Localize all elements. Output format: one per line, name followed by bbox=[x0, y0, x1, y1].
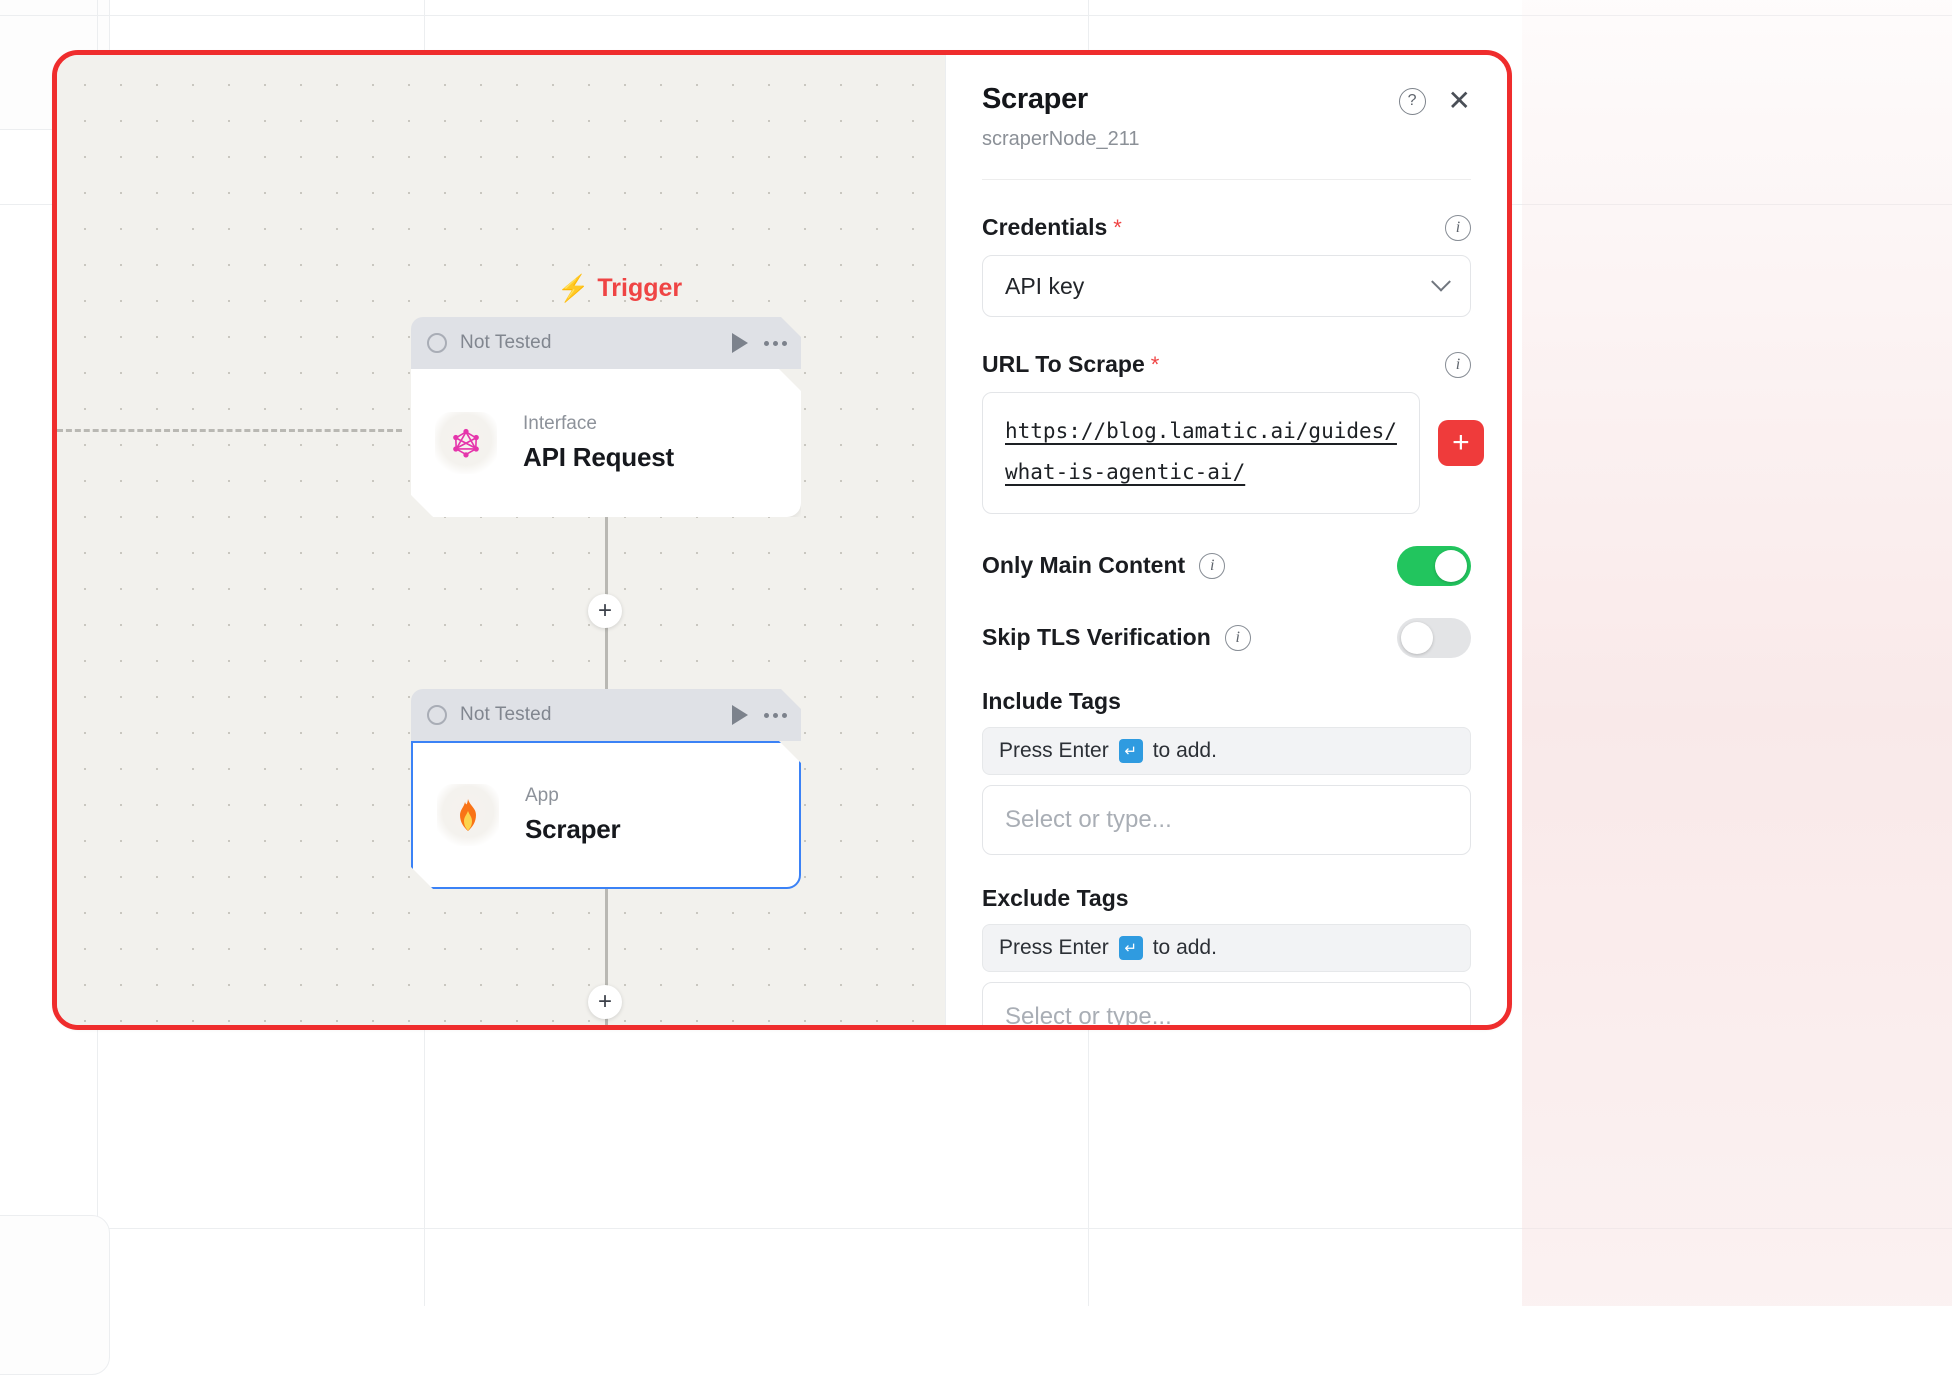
workflow-canvas[interactable]: ⚡ Trigger Not Tested bbox=[57, 55, 945, 1025]
credentials-value: API key bbox=[1005, 273, 1084, 300]
node-body[interactable]: App Scraper bbox=[411, 741, 801, 889]
include-tags-input[interactable]: Select or type... bbox=[982, 785, 1471, 855]
graphql-icon bbox=[435, 412, 497, 474]
plus-icon: + bbox=[598, 599, 612, 623]
url-value-line2-wrap: what-is-agentic-ai/ bbox=[1005, 452, 1397, 493]
bg-red-tint bbox=[1522, 0, 1952, 1306]
required-marker: * bbox=[1151, 352, 1160, 378]
status-indicator-icon bbox=[427, 333, 447, 353]
chevron-down-icon bbox=[1431, 272, 1451, 292]
info-icon[interactable]: i bbox=[1199, 553, 1225, 579]
question-mark-circle-icon[interactable]: ? bbox=[1399, 88, 1426, 115]
bg-card-bottom-left bbox=[0, 1215, 110, 1375]
enter-key-icon: ↵ bbox=[1119, 739, 1143, 763]
exclude-hint-prefix: Press Enter bbox=[999, 936, 1109, 960]
trigger-dashed-connector bbox=[57, 429, 402, 432]
toggle-knob bbox=[1435, 550, 1467, 582]
info-icon[interactable]: i bbox=[1445, 352, 1471, 378]
required-marker: * bbox=[1113, 215, 1122, 241]
panel-header-actions[interactable]: ? ✕ bbox=[1399, 83, 1471, 115]
add-node-button-1[interactable]: + bbox=[588, 594, 622, 628]
include-tags-label: Include Tags bbox=[982, 688, 1471, 715]
plus-icon: + bbox=[1452, 428, 1470, 458]
info-icon[interactable]: i bbox=[1225, 625, 1251, 651]
panel-title: Scraper bbox=[982, 83, 1140, 116]
exclude-tags-input[interactable]: Select or type... bbox=[982, 982, 1471, 1025]
skip-tls-verification-toggle[interactable] bbox=[1397, 618, 1471, 658]
include-hint-suffix: to add. bbox=[1153, 739, 1217, 763]
info-icon[interactable]: i bbox=[1445, 215, 1471, 241]
include-tags-hint: Press Enter ↵ to add. bbox=[982, 727, 1471, 775]
skip-tls-verification-label: Skip TLS Verification bbox=[982, 624, 1211, 651]
flow-node-scraper[interactable]: Not Tested App Scraper bbox=[411, 689, 801, 889]
node-header[interactable]: Not Tested bbox=[411, 689, 801, 741]
add-node-button-2[interactable]: + bbox=[588, 985, 622, 1019]
toggle-knob bbox=[1401, 622, 1433, 654]
only-main-content-label: Only Main Content bbox=[982, 552, 1185, 579]
only-main-content-toggle[interactable] bbox=[1397, 546, 1471, 586]
lightning-bolt-icon: ⚡ bbox=[557, 273, 589, 304]
status-indicator-icon bbox=[427, 705, 447, 725]
node-inspector-panel: Scraper scraperNode_211 ? ✕ Credentials … bbox=[945, 55, 1507, 1025]
run-node-icon[interactable] bbox=[732, 333, 748, 353]
url-value-line1: https://blog.lamatic.ai/guides/ bbox=[1005, 419, 1397, 443]
url-value-line2: what-is-agentic-ai/ bbox=[1005, 460, 1245, 484]
include-hint-prefix: Press Enter bbox=[999, 739, 1109, 763]
add-url-button[interactable]: + bbox=[1438, 420, 1484, 466]
skip-tls-verification-row: Skip TLS Verification i bbox=[982, 618, 1471, 658]
exclude-tags-hint: Press Enter ↵ to add. bbox=[982, 924, 1471, 972]
exclude-hint-suffix: to add. bbox=[1153, 936, 1217, 960]
include-tags-placeholder: Select or type... bbox=[1005, 806, 1172, 834]
exclude-tags-label: Exclude Tags bbox=[982, 885, 1471, 912]
node-kind-label: App bbox=[525, 785, 620, 807]
credentials-label: Credentials bbox=[982, 214, 1107, 241]
node-status-label: Not Tested bbox=[460, 704, 551, 726]
node-title-label: API Request bbox=[523, 442, 674, 473]
only-main-content-row: Only Main Content i bbox=[982, 546, 1471, 586]
node-kind-label: Interface bbox=[523, 413, 674, 435]
graphql-glyph bbox=[449, 426, 483, 460]
url-input[interactable]: https://blog.lamatic.ai/guides/ what-is-… bbox=[982, 392, 1420, 514]
node-title-label: Scraper bbox=[525, 814, 620, 845]
trigger-label-text: Trigger bbox=[597, 274, 682, 303]
node-body[interactable]: Interface API Request bbox=[411, 369, 801, 517]
credentials-select[interactable]: API key bbox=[982, 255, 1471, 317]
close-icon[interactable]: ✕ bbox=[1448, 87, 1471, 115]
url-label-row: URL To Scrape * i bbox=[982, 351, 1471, 378]
panel-title-block: Scraper scraperNode_211 bbox=[982, 83, 1140, 151]
flame-glyph bbox=[453, 798, 483, 832]
plus-icon: + bbox=[598, 990, 612, 1014]
exclude-tags-placeholder: Select or type... bbox=[1005, 1003, 1172, 1025]
node-text-block: Interface API Request bbox=[523, 413, 674, 473]
panel-node-id: scraperNode_211 bbox=[982, 128, 1140, 151]
node-header-actions[interactable] bbox=[732, 705, 787, 725]
panel-header: Scraper scraperNode_211 ? ✕ bbox=[982, 83, 1471, 151]
trigger-badge: ⚡ Trigger bbox=[557, 273, 682, 304]
enter-key-icon: ↵ bbox=[1119, 936, 1143, 960]
flame-icon bbox=[437, 784, 499, 846]
node-header[interactable]: Not Tested bbox=[411, 317, 801, 369]
node-text-block: App Scraper bbox=[525, 785, 620, 845]
url-to-scrape-label: URL To Scrape bbox=[982, 351, 1145, 378]
more-options-icon[interactable] bbox=[764, 713, 787, 718]
url-field-row: https://blog.lamatic.ai/guides/ what-is-… bbox=[982, 392, 1471, 514]
url-value-line1-wrap: https://blog.lamatic.ai/guides/ bbox=[1005, 411, 1397, 452]
run-node-icon[interactable] bbox=[732, 705, 748, 725]
node-status-label: Not Tested bbox=[460, 332, 551, 354]
flow-node-api-request[interactable]: Not Tested bbox=[411, 317, 801, 517]
node-header-actions[interactable] bbox=[732, 333, 787, 353]
panel-divider bbox=[982, 179, 1471, 180]
more-options-icon[interactable] bbox=[764, 341, 787, 346]
highlighted-region: ⚡ Trigger Not Tested bbox=[52, 50, 1512, 1030]
credentials-label-row: Credentials * i bbox=[982, 214, 1471, 241]
